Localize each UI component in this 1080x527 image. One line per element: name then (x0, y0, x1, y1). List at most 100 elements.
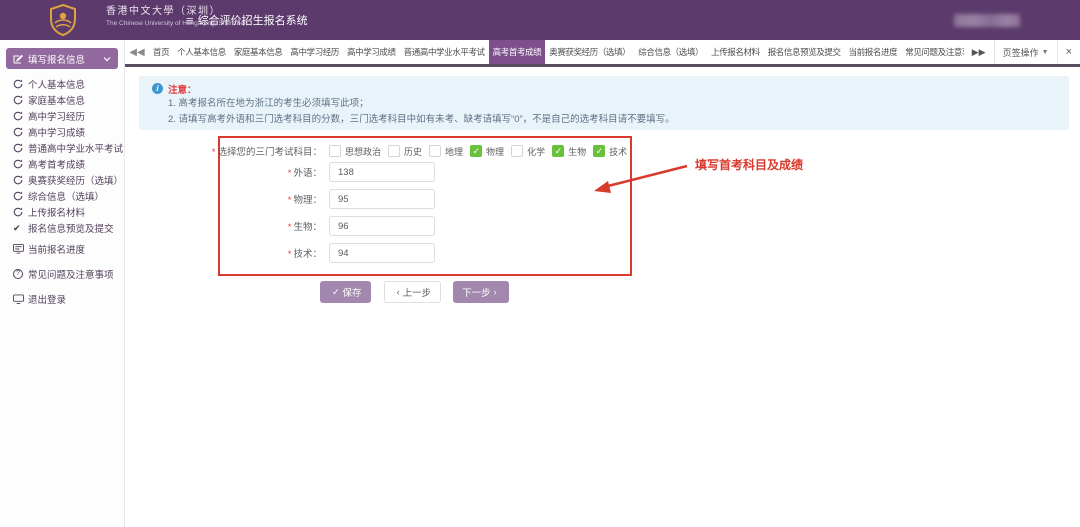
sidebar-item-highschool-experience[interactable]: 高中学习经历 (0, 108, 124, 124)
pending-icon (13, 127, 24, 137)
foreign-language-row: *外语： (125, 162, 435, 182)
physics-row: *物理： (125, 189, 435, 209)
technology-input[interactable] (329, 243, 435, 263)
notice-box: i 注意： 1. 高考报名所在地为浙江的考生必须填写此项； 2. 请填写高考外语… (139, 76, 1069, 130)
tab-highschool-grades[interactable]: 高中学习成绩 (343, 40, 400, 64)
checkbox-politics[interactable]: 思想政治 (329, 145, 381, 158)
checkbox-label: 技术 (609, 145, 627, 158)
sidebar-item-logout[interactable]: 退出登录 (0, 286, 124, 311)
sidebar-item-label: 家庭基本信息 (28, 93, 85, 107)
technology-label: *技术： (125, 246, 322, 260)
biology-row: *生物： (125, 216, 435, 236)
sidebar-section-fill-info[interactable]: 填写报名信息 (6, 48, 118, 69)
tabs-strip: 首页 个人基本信息 家庭基本信息 高中学习经历 高中学习成绩 普通高中学业水平考… (149, 40, 964, 64)
user-name-redacted[interactable] (954, 14, 1020, 27)
checkbox-history[interactable]: 历史 (388, 145, 422, 158)
tab-academic-proficiency-test[interactable]: 普通高中学业水平考试 (400, 40, 489, 64)
sidebar-item-highschool-grades[interactable]: 高中学习成绩 (0, 124, 124, 140)
checkbox-chemistry[interactable]: 化学 (511, 145, 545, 158)
checkbox-label: 地理 (445, 145, 463, 158)
save-button-label: 保存 (343, 285, 362, 299)
checkbox-box[interactable] (329, 145, 341, 157)
foreign-language-input[interactable] (329, 162, 435, 182)
notice-line-1: 1. 高考报名所在地为浙江的考生必须填写此项； (168, 96, 1056, 112)
sidebar-item-gaokao-first-scores[interactable]: 高考首考成绩 (0, 156, 124, 172)
main-content: i 注意： 1. 高考报名所在地为浙江的考生必须填写此项； 2. 请填写高考外语… (125, 70, 1080, 527)
checkbox-label: 化学 (527, 145, 545, 158)
sidebar-item-academic-proficiency-test[interactable]: 普通高中学业水平考试 (0, 140, 124, 156)
checkbox-box[interactable] (429, 145, 441, 157)
tab-preview-submit[interactable]: 报名信息预览及提交 (764, 40, 845, 64)
sidebar-item-current-progress[interactable]: 当前报名进度 (0, 236, 124, 261)
sidebar-item-label: 奥赛获奖经历（选填） (28, 173, 123, 187)
checkbox-box[interactable] (593, 145, 605, 157)
checkbox-box[interactable] (388, 145, 400, 157)
tab-family-info[interactable]: 家庭基本信息 (230, 40, 287, 64)
sidebar-item-label: 个人基本信息 (28, 77, 85, 91)
biology-input[interactable] (329, 216, 435, 236)
checkbox-label: 历史 (404, 145, 422, 158)
tab-highschool-experience[interactable]: 高中学习经历 (286, 40, 343, 64)
app-title: ≡ 综合评价招生报名系统 (186, 0, 308, 40)
checkbox-geography[interactable]: 地理 (429, 145, 463, 158)
physics-input[interactable] (329, 189, 435, 209)
required-asterisk: * (288, 222, 292, 233)
sidebar-footer: 当前报名进度 ? 常见问题及注意事项 退出登录 (0, 236, 124, 311)
checkbox-box[interactable] (552, 145, 564, 157)
sidebar: 填写报名信息 个人基本信息 家庭基本信息 高中学习经历 高中学习成绩 (0, 40, 125, 527)
caret-down-icon: ▼ (1042, 49, 1049, 56)
checkbox-box[interactable] (470, 145, 482, 157)
tab-faq[interactable]: 常见问题及注意事项 (901, 40, 964, 64)
sidebar-item-comprehensive-info[interactable]: 综合信息（选填） (0, 188, 124, 204)
tab-actions-dropdown[interactable]: 页签操作 ▼ (994, 40, 1057, 64)
biology-label: *生物： (125, 219, 322, 233)
sidebar-item-label: 当前报名进度 (28, 242, 85, 256)
tab-gaokao-first-scores[interactable]: 高考首考成绩 (489, 40, 546, 64)
pending-icon (13, 95, 24, 105)
physics-label: *物理： (125, 192, 322, 206)
sidebar-item-family-info[interactable]: 家庭基本信息 (0, 92, 124, 108)
prev-button-label: 上一步 (403, 285, 432, 299)
form-buttons: ✓ 保存 ‹ 上一步 下一步 › (320, 281, 509, 303)
notice-line-2: 2. 请填写高考外语和三门选考科目的分数，三门选考科目中如有未考、缺考请填写“0… (168, 112, 1056, 128)
tab-current-progress[interactable]: 当前报名进度 (845, 40, 902, 64)
check-icon: ✔ (13, 223, 24, 234)
tab-olympiad-awards[interactable]: 奥赛获奖经历（选填） (545, 40, 634, 64)
tab-home[interactable]: 首页 (149, 40, 173, 64)
checkbox-box[interactable] (511, 145, 523, 157)
chevron-right-icon: › (494, 287, 497, 297)
prev-step-button[interactable]: ‹ 上一步 (384, 281, 442, 303)
sidebar-item-faq[interactable]: ? 常见问题及注意事项 (0, 261, 124, 286)
fullscreen-button[interactable]: × (1057, 40, 1080, 64)
menu-icon[interactable]: ≡ (186, 13, 194, 28)
checkbox-biology[interactable]: 生物 (552, 145, 586, 158)
sidebar-item-olympiad-awards[interactable]: 奥赛获奖经历（选填） (0, 172, 124, 188)
sidebar-item-personal-info[interactable]: 个人基本信息 (0, 76, 124, 92)
chevron-down-icon (103, 56, 111, 62)
scroll-tabs-right-button[interactable]: ▶▶ (964, 40, 994, 64)
required-asterisk: * (288, 168, 292, 179)
next-step-button[interactable]: 下一步 › (453, 281, 509, 303)
progress-icon (13, 244, 24, 254)
info-icon: i (152, 83, 163, 94)
tab-comprehensive-info[interactable]: 综合信息（选填） (634, 40, 707, 64)
sidebar-item-preview-submit[interactable]: ✔ 报名信息预览及提交 (0, 220, 124, 236)
save-button[interactable]: ✓ 保存 (320, 281, 371, 303)
checkbox-label: 思想政治 (345, 145, 381, 158)
tab-controls: ▶▶ 页签操作 ▼ × (964, 40, 1080, 64)
sidebar-item-label: 高中学习经历 (28, 109, 85, 123)
tab-upload-materials[interactable]: 上传报名材料 (707, 40, 764, 64)
checkbox-physics[interactable]: 物理 (470, 145, 504, 158)
sidebar-item-upload-materials[interactable]: 上传报名材料 (0, 204, 124, 220)
edit-icon (13, 54, 23, 64)
scroll-tabs-left-button[interactable]: ◀◀ (125, 40, 149, 64)
foreign-language-label: *外语： (125, 165, 322, 179)
required-asterisk: * (288, 249, 292, 260)
tab-personal-info[interactable]: 个人基本信息 (173, 40, 230, 64)
checkbox-technology[interactable]: 技术 (593, 145, 627, 158)
check-icon: ✓ (332, 287, 340, 298)
checkbox-label: 生物 (568, 145, 586, 158)
sidebar-section-label: 填写报名信息 (28, 52, 103, 66)
sidebar-menu: 个人基本信息 家庭基本信息 高中学习经历 高中学习成绩 普通高中学业水平考试 高… (0, 76, 124, 236)
required-asterisk: * (212, 147, 216, 158)
